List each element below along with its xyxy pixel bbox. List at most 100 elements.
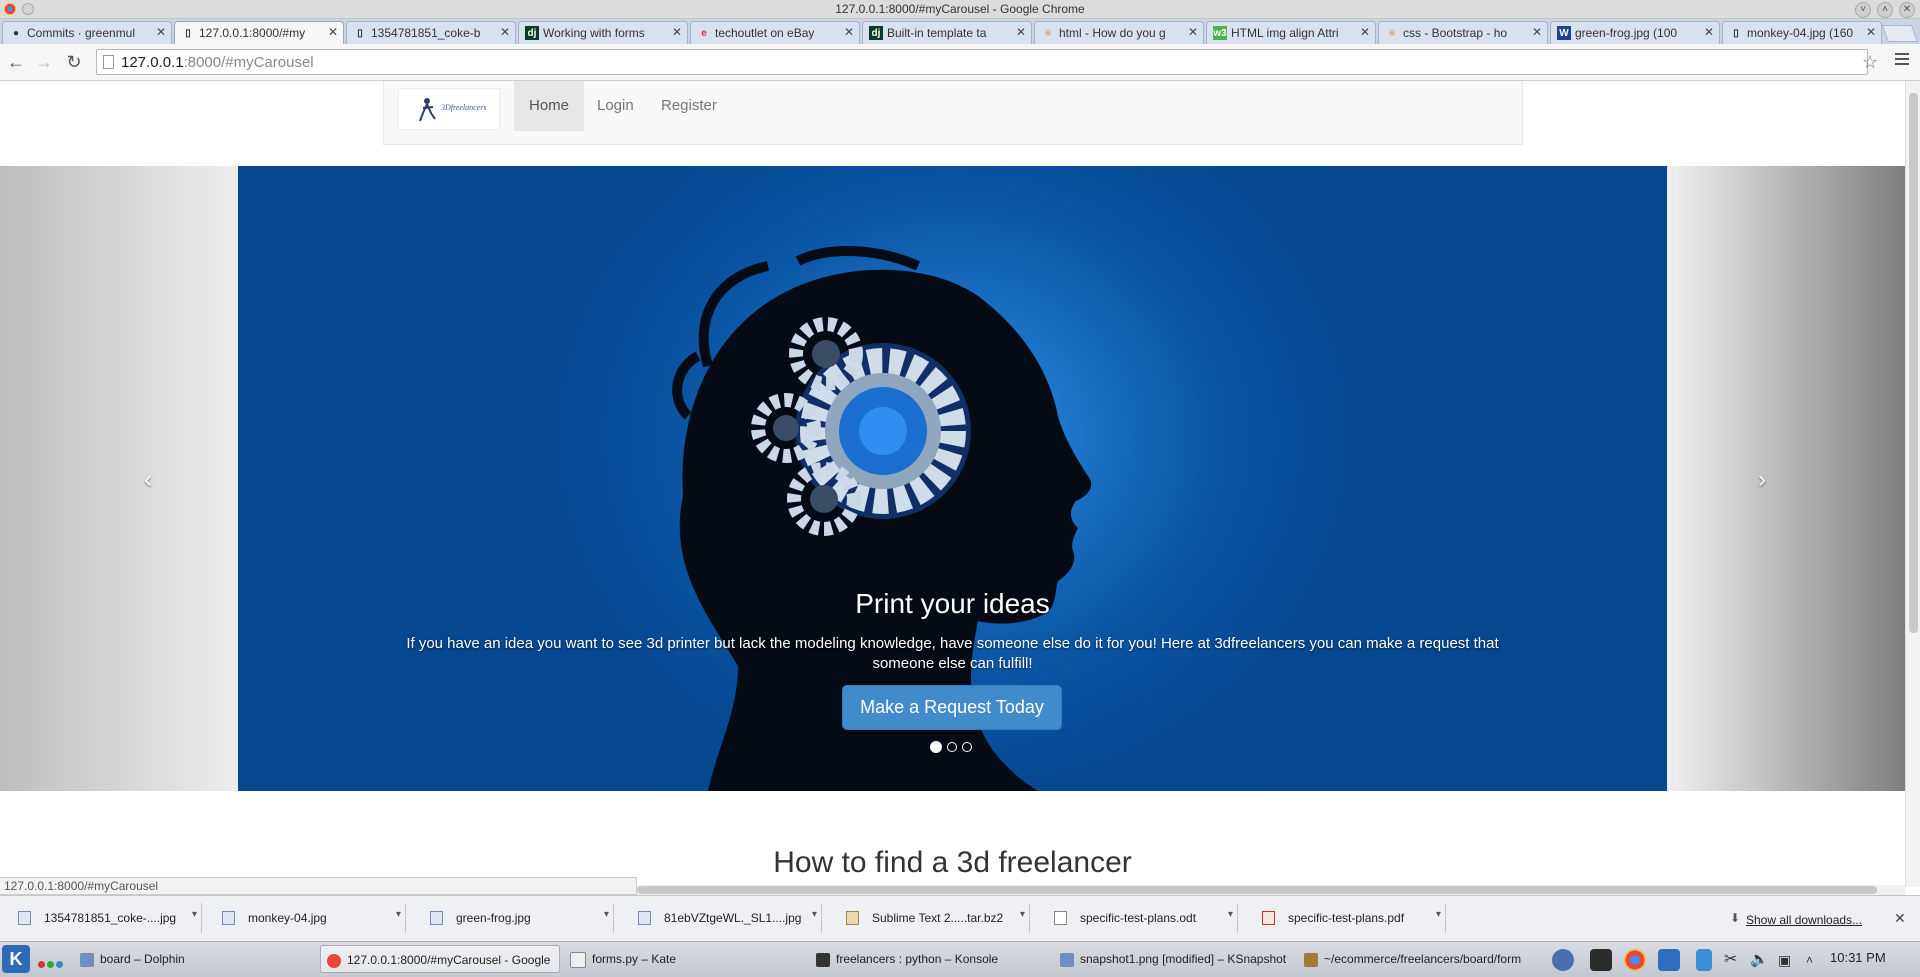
task-konsole[interactable]: freelancers : python – Konsole — [810, 945, 1050, 973]
browser-toolbar: ← → ↻ 127.0.0.1:8000/#myCarousel ☆ — [0, 44, 1920, 81]
tab-close-icon[interactable]: ✕ — [1704, 25, 1714, 39]
dropdown-arrow-icon[interactable]: ▾ — [1436, 909, 1441, 920]
forward-icon[interactable]: → — [32, 50, 56, 74]
nav-register[interactable]: Register — [646, 81, 732, 131]
scissors-icon[interactable]: ✂ — [1724, 949, 1746, 971]
carousel-next-control[interactable]: › — [1758, 466, 1766, 494]
carousel-indicator-2[interactable] — [947, 742, 957, 752]
nav-login[interactable]: Login — [582, 81, 649, 131]
image-file-icon — [222, 911, 235, 925]
carousel-prev-control[interactable]: ‹ — [144, 466, 152, 494]
close-window-button[interactable]: ✕ — [1899, 2, 1915, 18]
tray-expand-icon[interactable]: ˄ — [1806, 949, 1828, 971]
tab-close-icon[interactable]: ✕ — [156, 25, 166, 39]
tab-close-icon[interactable]: ✕ — [1188, 25, 1198, 39]
tab-label: Working with forms — [543, 26, 645, 40]
ebay-icon: e — [701, 27, 707, 39]
chrome-icon — [327, 953, 341, 968]
back-icon[interactable]: ← — [4, 50, 28, 74]
task-label: forms.py – Kate — [592, 952, 677, 966]
tab-1[interactable]: ▯ 127.0.0.1:8000/#my ✕ — [174, 21, 344, 45]
tab-close-icon[interactable]: ✕ — [1016, 25, 1026, 39]
tab-close-icon[interactable]: ✕ — [1532, 25, 1542, 39]
vertical-scrollbar[interactable] — [1905, 81, 1920, 887]
download-item[interactable]: Sublime Text 2.....tar.bz2 ▾ — [834, 903, 1030, 933]
window-title: 127.0.0.1:8000/#myCarousel - Google Chro… — [835, 2, 1085, 16]
carousel-indicator-3[interactable] — [962, 742, 972, 752]
tab-4[interactable]: e techoutlet on eBay ✕ — [690, 21, 860, 44]
horizontal-scrollbar[interactable] — [637, 885, 1905, 895]
tab-3[interactable]: dj Working with forms ✕ — [518, 21, 688, 44]
download-item[interactable]: green-frog.jpg ▾ — [418, 903, 614, 933]
stackoverflow-icon: ≡ — [1045, 27, 1051, 39]
nav-home[interactable]: Home — [514, 81, 585, 131]
tab-0[interactable]: ● Commits · greenmul ✕ — [2, 21, 172, 44]
download-filename: green-frog.jpg — [456, 911, 531, 925]
tab-close-icon[interactable]: ✕ — [1866, 25, 1876, 39]
tab-close-icon[interactable]: ✕ — [844, 25, 854, 39]
reload-icon[interactable]: ↻ — [62, 50, 86, 74]
maximize-button[interactable]: ˄ — [1877, 2, 1893, 18]
download-item[interactable]: monkey-04.jpg ▾ — [210, 903, 406, 933]
tab-9[interactable]: W green-frog.jpg (100 ✕ — [1550, 21, 1720, 44]
close-shelf-icon[interactable]: ✕ — [1894, 910, 1906, 927]
chrome-icon[interactable] — [1624, 949, 1646, 971]
chrome-menu-icon[interactable] — [1895, 53, 1909, 68]
show-all-downloads-link[interactable]: Show all downloads... — [1746, 913, 1862, 927]
scrollbar-thumb[interactable] — [637, 886, 1877, 894]
task-ksnapshot[interactable]: snapshot1.png [modified] – KSnapshot — [1054, 945, 1294, 973]
download-item[interactable]: specific-test-plans.odt ▾ — [1042, 903, 1238, 933]
tab-7[interactable]: w3 HTML img align Attri ✕ — [1206, 21, 1376, 44]
network-icon[interactable]: ▣ — [1778, 949, 1800, 971]
download-item[interactable]: 1354781851_coke-....jpg ▾ — [6, 903, 202, 933]
download-item[interactable]: 81ebVZtgeWL._SL1....jpg ▾ — [626, 903, 822, 933]
clipboard-icon[interactable] — [1696, 949, 1712, 971]
python-icon[interactable] — [1552, 949, 1574, 971]
minimize-button[interactable]: ˅ — [1855, 2, 1871, 18]
address-bar[interactable]: 127.0.0.1:8000/#myCarousel — [96, 49, 1868, 75]
volume-icon[interactable]: 🔈 — [1750, 949, 1772, 971]
dropdown-arrow-icon[interactable]: ▾ — [396, 909, 401, 920]
dropdown-arrow-icon[interactable]: ▾ — [812, 909, 817, 920]
image-file-icon — [638, 911, 651, 925]
dropdown-arrow-icon[interactable]: ▾ — [1020, 909, 1025, 920]
kde-menu-icon[interactable]: K — [2, 945, 30, 973]
tab-10[interactable]: ▯ monkey-04.jpg (160 ✕ — [1722, 21, 1882, 44]
carousel-indicator-1[interactable] — [930, 741, 942, 753]
tab-label: css - Bootstrap - ho — [1403, 26, 1508, 40]
task-dolphin-board[interactable]: ~/ecommerce/freelancers/board/form — [1298, 945, 1538, 973]
download-item[interactable]: specific-test-plans.pdf ▾ — [1250, 903, 1446, 933]
bookmark-star-icon[interactable]: ☆ — [1862, 52, 1878, 73]
task-kate[interactable]: forms.py – Kate — [564, 945, 804, 973]
terminal-icon[interactable] — [1590, 949, 1612, 971]
dropdown-arrow-icon[interactable]: ▾ — [604, 909, 609, 920]
scrollbar-thumb[interactable] — [1909, 93, 1918, 633]
task-chrome[interactable]: 127.0.0.1:8000/#myCarousel - Google — [320, 945, 560, 973]
make-request-button[interactable]: Make a Request Today — [842, 685, 1062, 730]
new-tab-button[interactable] — [1881, 25, 1919, 42]
tab-close-icon[interactable]: ✕ — [672, 25, 682, 39]
tab-label: Commits · greenmul — [27, 26, 136, 40]
task-dolphin[interactable]: board – Dolphin — [74, 945, 314, 973]
activity-dots-icon[interactable] — [38, 956, 63, 971]
w-icon: W — [1557, 26, 1571, 40]
tab-close-icon[interactable]: ✕ — [1360, 25, 1370, 39]
desktop-icon[interactable] — [1658, 949, 1680, 971]
image-file-icon — [430, 911, 443, 925]
address-url[interactable]: 127.0.0.1:8000/#myCarousel — [121, 54, 314, 71]
brand-logo[interactable]: 3Dfreelancers — [398, 88, 500, 130]
tab-close-icon[interactable]: ✕ — [500, 25, 510, 39]
tab-2[interactable]: ▯ 1354781851_coke-b ✕ — [346, 21, 516, 44]
tab-6[interactable]: ≡ html - How do you g ✕ — [1034, 21, 1204, 44]
dropdown-arrow-icon[interactable]: ▾ — [192, 909, 197, 920]
tab-close-icon[interactable]: ✕ — [328, 25, 338, 39]
tab-label: 127.0.0.1:8000/#my — [199, 26, 306, 40]
image-file-icon — [18, 911, 31, 925]
download-filename: specific-test-plans.pdf — [1288, 911, 1405, 925]
dropdown-arrow-icon[interactable]: ▾ — [1228, 909, 1233, 920]
tab-8[interactable]: ≡ css - Bootstrap - ho ✕ — [1378, 21, 1548, 44]
task-label: freelancers : python – Konsole — [836, 952, 999, 966]
pdf-file-icon — [1262, 911, 1275, 925]
page-viewport: 3Dfreelancers Home Login Register ‹ › Pr… — [0, 81, 1905, 887]
tab-5[interactable]: dj Built-in template ta ✕ — [862, 21, 1032, 44]
